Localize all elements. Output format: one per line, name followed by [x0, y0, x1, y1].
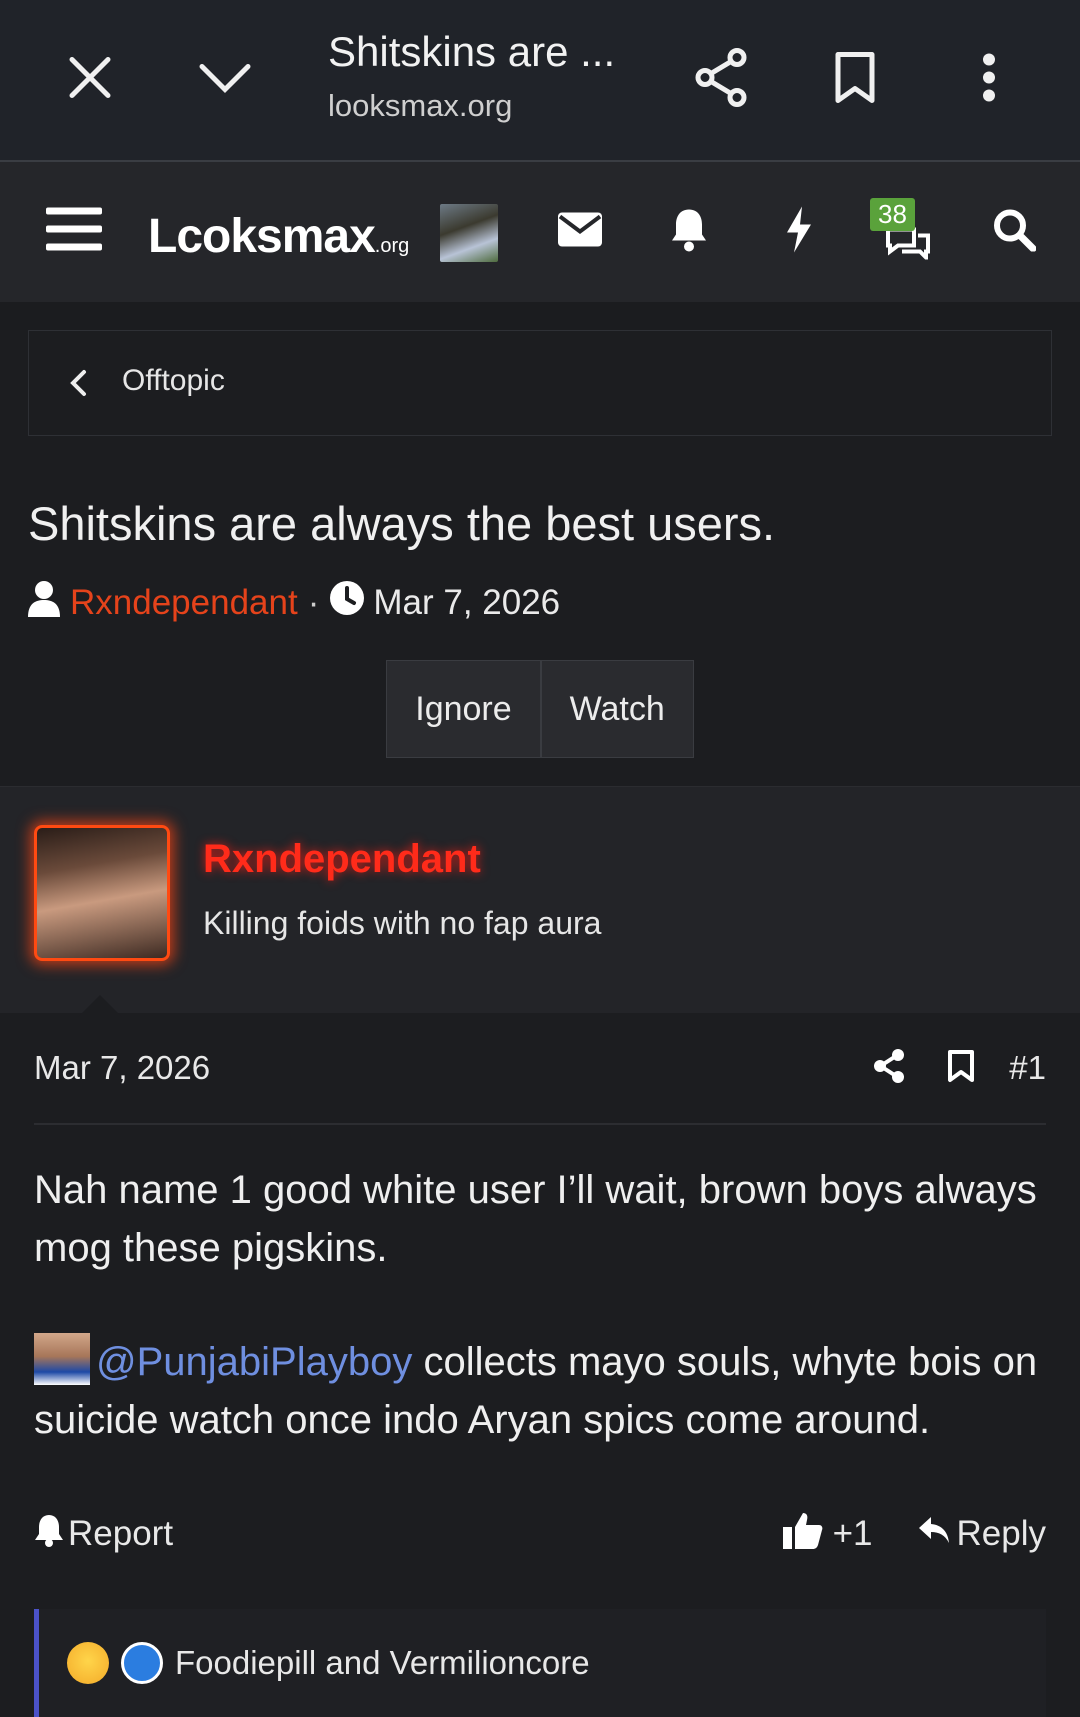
thumbs-up-icon[interactable] — [782, 1511, 823, 1558]
mail-icon[interactable] — [558, 212, 602, 252]
logo-suffix: .org — [374, 235, 410, 257]
user-mention[interactable]: @PunjabiPlayboy — [96, 1340, 412, 1384]
post-paragraph: @PunjabiPlayboy collects mayo souls, why… — [34, 1333, 1046, 1449]
site-navbar: Lcoksmax.org 38 — [0, 162, 1080, 302]
post-number[interactable]: #1 — [1009, 1049, 1046, 1087]
post-author-name[interactable]: Rxndependant — [203, 837, 481, 882]
main-content: Offtopic Shitskins are always the best u… — [0, 330, 1080, 1717]
post-author-avatar[interactable] — [34, 825, 170, 961]
post-bookmark-icon[interactable] — [947, 1049, 975, 1088]
thread-author[interactable]: Rxndependant — [70, 583, 298, 623]
mention-avatar — [34, 1333, 90, 1385]
hamburger-menu-icon[interactable] — [46, 206, 102, 259]
header-pointer — [78, 995, 122, 1017]
user-avatar[interactable] — [440, 204, 498, 262]
meta-separator: · — [307, 582, 320, 622]
post-author-title: Killing foids with no fap aura — [203, 905, 602, 941]
ignore-button[interactable]: Ignore — [386, 660, 541, 758]
breadcrumb[interactable]: Offtopic — [28, 330, 1052, 436]
post: Mar 7, 2026 #1 Nah name 1 good white use… — [0, 1013, 1080, 1571]
crying-laughing-emoji-icon — [67, 1642, 109, 1684]
lightning-icon[interactable] — [785, 206, 813, 258]
watch-button[interactable]: Watch — [540, 660, 694, 758]
logo-text: Lcoksmax — [148, 210, 376, 263]
post-body: Nah name 1 good white user I’ll wait, br… — [34, 1161, 1046, 1449]
browser-toolbar: Shitskins are ... looksmax.org — [0, 0, 1080, 162]
report-button[interactable]: Report — [68, 1514, 173, 1554]
post-date[interactable]: Mar 7, 2026 — [34, 1049, 873, 1087]
clock-icon — [329, 580, 365, 625]
post-paragraph: Nah name 1 good white user I’ll wait, br… — [34, 1168, 1037, 1270]
thread-date[interactable]: Mar 7, 2026 — [373, 583, 560, 623]
report-bell-icon — [34, 1513, 64, 1556]
thread-meta: Rxndependant · Mar 7, 2026 — [28, 579, 1080, 626]
post-footer: Report +1 Reply — [34, 1497, 1046, 1571]
page-title: Shitskins are ... — [328, 28, 616, 75]
page-url: looksmax.org — [328, 88, 513, 123]
conversations-badge: 38 — [870, 198, 915, 231]
like-emoji-icon — [121, 1642, 163, 1684]
more-options-icon[interactable] — [982, 53, 996, 108]
tab-title-block[interactable]: Shitskins are ... looksmax.org — [328, 28, 615, 124]
thread-title: Shitskins are always the best users. — [28, 497, 776, 550]
post-share-icon[interactable] — [873, 1048, 905, 1088]
user-icon — [28, 579, 60, 626]
reactions-bar[interactable]: Foodiepill and Vermilioncore — [34, 1609, 1046, 1717]
search-icon[interactable] — [992, 208, 1037, 257]
reactions-users[interactable]: Foodiepill and Vermilioncore — [175, 1644, 590, 1682]
chevron-left-icon — [69, 369, 87, 402]
reply-button[interactable]: Reply — [957, 1514, 1046, 1554]
site-logo[interactable]: Lcoksmax.org — [148, 209, 409, 264]
post-user-header: Rxndependant Killing foids with no fap a… — [0, 786, 1080, 1017]
reply-arrow-icon — [917, 1514, 951, 1554]
reaction-count[interactable]: +1 — [833, 1514, 873, 1554]
share-icon[interactable] — [693, 48, 749, 113]
bell-icon[interactable] — [670, 208, 708, 257]
chevron-down-icon[interactable] — [198, 61, 252, 100]
breadcrumb-label: Offtopic — [122, 364, 225, 397]
bookmark-icon[interactable] — [834, 51, 876, 110]
close-icon[interactable] — [68, 56, 112, 105]
post-topline: Mar 7, 2026 #1 — [34, 1013, 1046, 1125]
thread-actions: Ignore Watch — [0, 660, 1080, 786]
